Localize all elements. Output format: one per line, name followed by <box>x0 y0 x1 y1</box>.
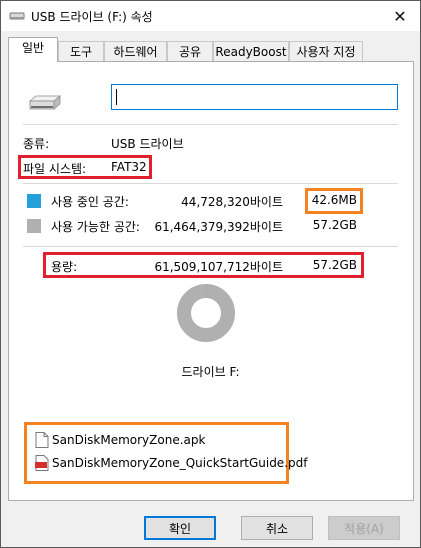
cancel-button[interactable]: 취소 <box>241 516 313 540</box>
tab-customize[interactable]: 사용자 지정 <box>289 41 363 61</box>
tab-hardware[interactable]: 하드웨어 <box>104 41 167 61</box>
capacity-size: 57.2GB <box>312 258 357 272</box>
close-icon: ✕ <box>393 6 407 26</box>
apply-button[interactable]: 적용(A) <box>328 516 400 540</box>
pdf-icon <box>35 455 49 471</box>
file-name-apk[interactable]: SanDiskMemoryZone.apk <box>52 433 205 447</box>
divider <box>23 124 398 125</box>
divider <box>23 183 398 184</box>
usb-drive-icon <box>28 95 61 110</box>
used-space-bytes: 44,728,320바이트 <box>181 195 283 209</box>
capacity-bytes: 61,509,107,712바이트 <box>154 260 283 274</box>
type-value: USB 드라이브 <box>111 137 184 151</box>
title-bar: USB 드라이브 (F:) 속성 ✕ <box>1 1 420 31</box>
used-space-size: 42.6MB <box>311 193 357 207</box>
divider <box>23 246 398 247</box>
file-name-pdf[interactable]: SanDiskMemoryZone_QuickStartGuide.pdf <box>52 456 307 470</box>
filesystem-value: FAT32 <box>111 160 147 174</box>
close-button[interactable]: ✕ <box>380 1 420 31</box>
type-label: 종류: <box>23 137 50 151</box>
free-space-bytes: 61,464,379,392바이트 <box>154 220 283 234</box>
free-space-size: 57.2GB <box>312 218 357 232</box>
text-caret <box>116 89 117 105</box>
ok-button[interactable]: 확인 <box>144 516 216 540</box>
properties-window: USB 드라이브 (F:) 속성 ✕ 일반 도구 하드웨어 공유 ReadyBo… <box>0 0 421 548</box>
filesystem-label: 파일 시스템: <box>23 162 87 176</box>
tab-sharing[interactable]: 공유 <box>167 41 213 61</box>
tab-readyboost[interactable]: ReadyBoost <box>213 41 289 61</box>
window-title: USB 드라이브 (F:) 속성 <box>31 10 153 24</box>
usb-drive-icon <box>9 12 25 20</box>
tab-tools[interactable]: 도구 <box>58 41 104 61</box>
tab-general[interactable]: 일반 <box>8 37 58 62</box>
used-space-label: 사용 중인 공간: <box>51 195 129 209</box>
capacity-label: 용량: <box>51 260 78 274</box>
free-space-label: 사용 가능한 공간: <box>51 220 140 234</box>
used-space-swatch <box>27 194 41 208</box>
files-highlight-box <box>24 422 289 484</box>
usage-donut-chart <box>177 284 235 342</box>
drive-name-input[interactable] <box>111 84 398 110</box>
drive-letter-label: 드라이브 F: <box>181 365 240 379</box>
document-icon <box>35 432 49 448</box>
free-space-swatch <box>27 219 41 233</box>
